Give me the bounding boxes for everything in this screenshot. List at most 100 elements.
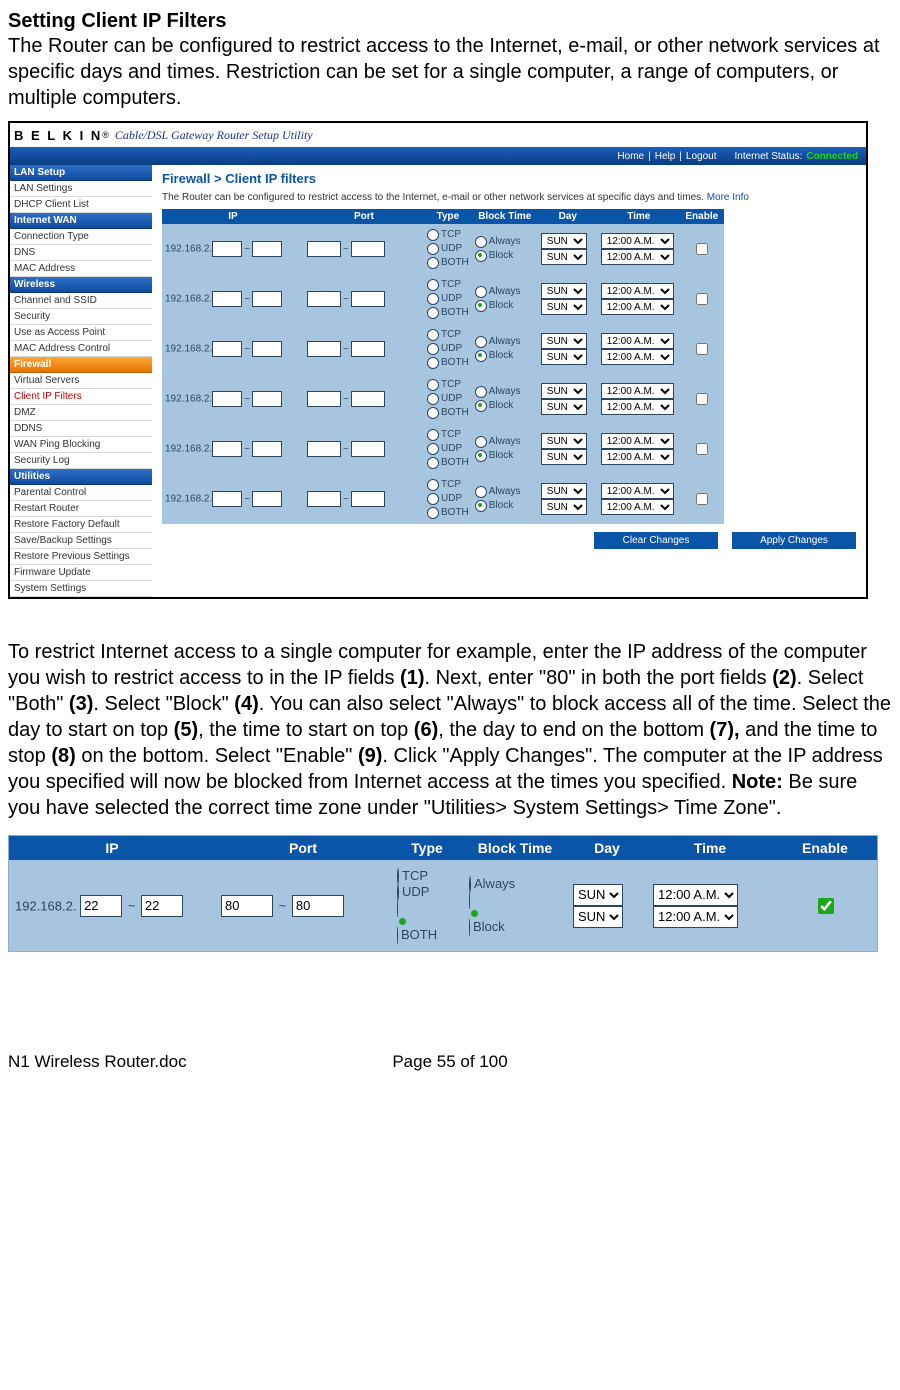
udp-radio[interactable] bbox=[427, 493, 439, 505]
ip-end-input[interactable] bbox=[252, 491, 282, 507]
enable-checkbox[interactable] bbox=[696, 243, 708, 255]
sidebar-item-ddns[interactable]: DDNS bbox=[10, 421, 152, 437]
port-start-input[interactable] bbox=[307, 241, 341, 257]
enable-checkbox[interactable] bbox=[696, 293, 708, 305]
block-radio[interactable] bbox=[475, 300, 487, 312]
ip-start-input[interactable] bbox=[212, 391, 242, 407]
day-end-select[interactable]: SUN bbox=[541, 349, 587, 365]
time-start-select[interactable]: 12:00 A.M. bbox=[601, 433, 674, 449]
day-start-select[interactable]: SUN bbox=[541, 433, 587, 449]
time-start-select[interactable]: 12:00 A.M. bbox=[601, 383, 674, 399]
ip-start-input[interactable] bbox=[212, 291, 242, 307]
sidebar-item-restore-def[interactable]: Restore Factory Default bbox=[10, 517, 152, 533]
big-time-end[interactable]: 12:00 A.M. bbox=[653, 906, 738, 928]
big-enable-checkbox[interactable] bbox=[818, 898, 834, 914]
udp-radio[interactable] bbox=[427, 293, 439, 305]
udp-radio[interactable] bbox=[427, 393, 439, 405]
ip-start-input[interactable] bbox=[212, 491, 242, 507]
big-ip-start[interactable] bbox=[80, 895, 122, 917]
time-end-select[interactable]: 12:00 A.M. bbox=[601, 449, 674, 465]
sidebar-item-mac-ctl[interactable]: MAC Address Control bbox=[10, 341, 152, 357]
port-end-input[interactable] bbox=[351, 241, 385, 257]
time-end-select[interactable]: 12:00 A.M. bbox=[601, 249, 674, 265]
time-start-select[interactable]: 12:00 A.M. bbox=[601, 283, 674, 299]
port-start-input[interactable] bbox=[307, 341, 341, 357]
both-radio[interactable] bbox=[427, 457, 439, 469]
tcp-radio[interactable] bbox=[427, 279, 439, 291]
sidebar-item-dhcp[interactable]: DHCP Client List bbox=[10, 197, 152, 213]
sidebar-item-security[interactable]: Security bbox=[10, 309, 152, 325]
more-info-link[interactable]: More Info bbox=[707, 192, 749, 203]
sidebar-item-ap[interactable]: Use as Access Point bbox=[10, 325, 152, 341]
block-radio[interactable] bbox=[475, 400, 487, 412]
enable-checkbox[interactable] bbox=[696, 343, 708, 355]
day-start-select[interactable]: SUN bbox=[541, 383, 587, 399]
sidebar-item-conn-type[interactable]: Connection Type bbox=[10, 229, 152, 245]
sidebar-item-sys[interactable]: System Settings bbox=[10, 581, 152, 597]
day-start-select[interactable]: SUN bbox=[541, 233, 587, 249]
block-radio[interactable] bbox=[475, 450, 487, 462]
sidebar-item-client-ip[interactable]: Client IP Filters bbox=[10, 389, 152, 405]
nav-logout[interactable]: Logout bbox=[684, 151, 719, 162]
tcp-radio[interactable] bbox=[427, 479, 439, 491]
day-end-select[interactable]: SUN bbox=[541, 299, 587, 315]
sidebar-item-wan-ping[interactable]: WAN Ping Blocking bbox=[10, 437, 152, 453]
time-start-select[interactable]: 12:00 A.M. bbox=[601, 233, 674, 249]
port-start-input[interactable] bbox=[307, 491, 341, 507]
always-radio[interactable] bbox=[475, 436, 487, 448]
ip-start-input[interactable] bbox=[212, 241, 242, 257]
sidebar-item-save-bk[interactable]: Save/Backup Settings bbox=[10, 533, 152, 549]
time-start-select[interactable]: 12:00 A.M. bbox=[601, 333, 674, 349]
day-end-select[interactable]: SUN bbox=[541, 249, 587, 265]
sidebar-item-sec-log[interactable]: Security Log bbox=[10, 453, 152, 469]
big-always-radio[interactable] bbox=[469, 876, 471, 893]
ip-end-input[interactable] bbox=[252, 291, 282, 307]
block-radio[interactable] bbox=[475, 350, 487, 362]
time-end-select[interactable]: 12:00 A.M. bbox=[601, 299, 674, 315]
tcp-radio[interactable] bbox=[427, 429, 439, 441]
time-end-select[interactable]: 12:00 A.M. bbox=[601, 349, 674, 365]
enable-checkbox[interactable] bbox=[696, 393, 708, 405]
block-radio[interactable] bbox=[475, 500, 487, 512]
nav-help[interactable]: Help bbox=[653, 151, 678, 162]
time-end-select[interactable]: 12:00 A.M. bbox=[601, 399, 674, 415]
day-start-select[interactable]: SUN bbox=[541, 283, 587, 299]
port-end-input[interactable] bbox=[351, 291, 385, 307]
big-tcp-radio[interactable] bbox=[397, 868, 399, 885]
big-time-start[interactable]: 12:00 A.M. bbox=[653, 884, 738, 906]
port-end-input[interactable] bbox=[351, 341, 385, 357]
big-udp-radio[interactable] bbox=[397, 884, 399, 901]
udp-radio[interactable] bbox=[427, 343, 439, 355]
block-radio[interactable] bbox=[475, 250, 487, 262]
sidebar-item-dmz[interactable]: DMZ bbox=[10, 405, 152, 421]
port-start-input[interactable] bbox=[307, 391, 341, 407]
sidebar-item-lan-settings[interactable]: LAN Settings bbox=[10, 181, 152, 197]
day-end-select[interactable]: SUN bbox=[541, 399, 587, 415]
always-radio[interactable] bbox=[475, 386, 487, 398]
time-end-select[interactable]: 12:00 A.M. bbox=[601, 499, 674, 515]
sidebar-item-fw[interactable]: Firmware Update bbox=[10, 565, 152, 581]
enable-checkbox[interactable] bbox=[696, 443, 708, 455]
day-end-select[interactable]: SUN bbox=[541, 499, 587, 515]
big-day-end[interactable]: SUN bbox=[573, 906, 623, 928]
both-radio[interactable] bbox=[427, 307, 439, 319]
apply-changes-button[interactable]: Apply Changes bbox=[732, 532, 856, 549]
big-port-end[interactable] bbox=[292, 895, 344, 917]
both-radio[interactable] bbox=[427, 357, 439, 369]
big-port-start[interactable] bbox=[221, 895, 273, 917]
sidebar-item-dns[interactable]: DNS bbox=[10, 245, 152, 261]
udp-radio[interactable] bbox=[427, 243, 439, 255]
always-radio[interactable] bbox=[475, 486, 487, 498]
sidebar-item-parental[interactable]: Parental Control bbox=[10, 485, 152, 501]
port-end-input[interactable] bbox=[351, 391, 385, 407]
tcp-radio[interactable] bbox=[427, 379, 439, 391]
tcp-radio[interactable] bbox=[427, 329, 439, 341]
sidebar-item-channel[interactable]: Channel and SSID bbox=[10, 293, 152, 309]
day-end-select[interactable]: SUN bbox=[541, 449, 587, 465]
nav-home[interactable]: Home bbox=[615, 151, 646, 162]
sidebar-item-restart[interactable]: Restart Router bbox=[10, 501, 152, 517]
ip-end-input[interactable] bbox=[252, 241, 282, 257]
sidebar-item-restore-prev[interactable]: Restore Previous Settings bbox=[10, 549, 152, 565]
both-radio[interactable] bbox=[427, 257, 439, 269]
port-end-input[interactable] bbox=[351, 441, 385, 457]
